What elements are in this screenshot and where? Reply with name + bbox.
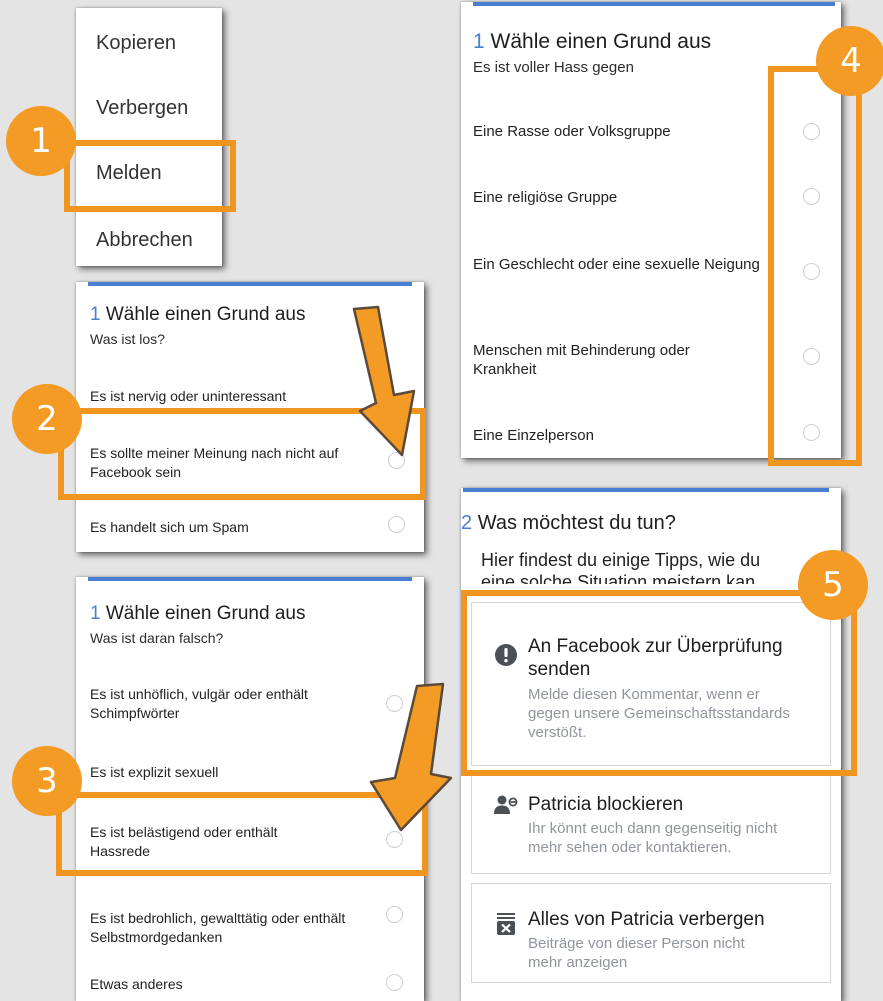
step-number: 1	[473, 30, 485, 53]
panel-title-text: Wähle einen Grund aus	[105, 304, 306, 325]
reason-option[interactable]: Es ist explizit sexuell	[90, 763, 360, 782]
highlight-report-action	[461, 590, 857, 776]
intro-text-line: Hier findest du einige Tipps, wie du	[481, 550, 761, 570]
reason-option[interactable]: Ein Geschlecht oder eine sexuelle Neigun…	[473, 255, 763, 274]
step-badge: 5	[798, 550, 868, 620]
step-number: 2	[461, 512, 473, 534]
panel-subtitle: Es ist voller Hass gegen	[473, 59, 634, 76]
action-title: Alles von Patricia verbergen	[528, 909, 765, 930]
step-number: 1	[90, 603, 101, 624]
reason-option[interactable]: Eine Einzelperson	[473, 426, 763, 445]
arrow-down-icon	[369, 682, 453, 832]
reason-option[interactable]: Etwas anderes	[90, 975, 360, 994]
action-title: Patricia blockieren	[528, 794, 684, 815]
panel-subtitle: Was ist los?	[90, 331, 165, 347]
step-badge: 4	[816, 26, 883, 96]
step-badge: 1	[6, 106, 76, 176]
intro-text-line: eine solche Situation meistern kan	[481, 572, 756, 584]
action-description: Ihr könnt euch dann gegenseitig nicht me…	[528, 820, 778, 856]
menu-item-cancel[interactable]: Abbrechen	[96, 229, 193, 252]
reason-radio[interactable]	[386, 906, 403, 923]
highlight-radio-column	[768, 66, 862, 466]
panel-title-text: Was möchtest du tun?	[477, 512, 676, 534]
reason-option[interactable]: Eine religiöse Gruppe	[473, 188, 763, 207]
panel-title: 1 Wähle einen Grund aus	[90, 304, 305, 326]
menu-item-hide[interactable]: Verbergen	[96, 97, 188, 120]
panel-top-bar	[463, 488, 829, 492]
step-number: 1	[90, 304, 101, 325]
panel-title-text: Wähle einen Grund aus	[490, 30, 712, 53]
action-description: Beiträge von dieser Person nicht mehr an…	[528, 935, 745, 971]
panel-subtitle: Was ist daran falsch?	[90, 630, 224, 646]
reason-option[interactable]: Eine Rasse oder Volksgruppe	[473, 122, 763, 141]
action-block-user[interactable]: Patricia blockieren Ihr könnt euch dann …	[471, 774, 831, 874]
menu-item-copy[interactable]: Kopieren	[96, 32, 176, 55]
reason-radio[interactable]	[388, 516, 405, 533]
context-menu: Kopieren Verbergen Melden Abbrechen	[76, 8, 222, 266]
panel-top-bar	[88, 577, 412, 581]
reason-option[interactable]: Es ist bedrohlich, gewalttätig oder enth…	[90, 909, 360, 947]
panel-top-bar	[473, 2, 835, 6]
reason-option[interactable]: Menschen mit Behinderung oder Krankheit	[473, 341, 743, 379]
reason-option[interactable]: Es handelt sich um Spam	[90, 518, 370, 537]
hide-all-icon	[497, 913, 515, 935]
reason-radio[interactable]	[386, 974, 403, 991]
panel-top-bar	[88, 282, 412, 286]
reason-option[interactable]: Es ist unhöflich, vulgär oder enthält Sc…	[90, 685, 360, 723]
block-user-icon	[494, 795, 518, 814]
arrow-down-icon	[352, 305, 416, 457]
panel-title: 1 Wähle einen Grund aus	[473, 30, 711, 54]
step-badge: 2	[12, 384, 82, 454]
action-hide-all[interactable]: Alles von Patricia verbergen Beiträge vo…	[471, 883, 831, 983]
panel-title: 2 Was möchtest du tun?	[461, 512, 676, 535]
highlight-report-menu-item	[64, 140, 236, 212]
panel-title-text: Wähle einen Grund aus	[105, 603, 306, 624]
panel-title: 1 Wähle einen Grund aus	[90, 603, 305, 625]
step-badge: 3	[12, 746, 82, 816]
